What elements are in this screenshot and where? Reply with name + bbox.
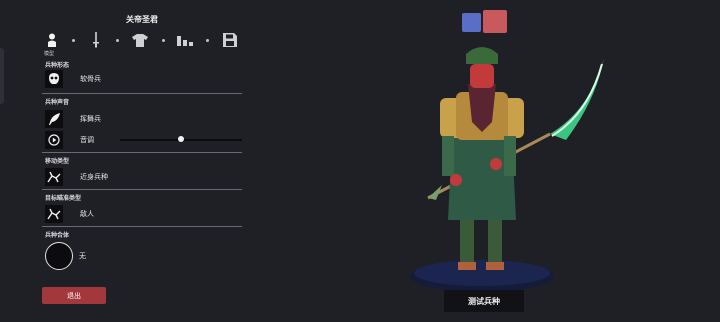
play-icon[interactable] [45, 131, 63, 149]
character-model [410, 47, 604, 292]
pitch-label: 音调 [80, 136, 94, 144]
targeting-heading: 目标瞄准类型 [45, 195, 82, 202]
person-icon [48, 33, 56, 47]
feather-icon [45, 110, 63, 128]
shirt-icon [132, 33, 148, 47]
unit-voice-value: 挥舞兵 [80, 115, 101, 123]
unit-voice-row[interactable]: 挥舞兵 [45, 110, 242, 128]
unit-base-heading: 兵种形态 [45, 62, 70, 69]
stats-icon [177, 36, 193, 46]
skull-mask-icon [45, 70, 63, 88]
pitch-row: 音调 [45, 131, 242, 149]
unit-name-title: 关帝圣君 [126, 15, 158, 24]
divider [42, 226, 242, 227]
empty-circle-icon[interactable] [45, 242, 73, 270]
tab-stats[interactable] [177, 31, 193, 49]
unit-voice-heading: 兵种声音 [45, 99, 70, 106]
tab-model-label: 模型 [44, 51, 55, 57]
divider [42, 152, 242, 153]
target-enemy-icon [45, 205, 63, 223]
melee-icon [45, 168, 63, 186]
fusion-value: 无 [79, 252, 86, 260]
unit-preview[interactable] [400, 40, 640, 310]
pitch-slider-handle[interactable] [178, 136, 184, 142]
movement-row[interactable]: 近身兵种 [45, 168, 242, 186]
team-red-swatch[interactable] [483, 10, 507, 33]
team-blue-swatch[interactable] [462, 13, 481, 32]
sword-icon [93, 32, 99, 48]
targeting-row[interactable]: 敌人 [45, 205, 242, 223]
divider [42, 189, 242, 190]
fusion-heading: 兵种合体 [45, 232, 70, 239]
side-panel-handle[interactable] [0, 48, 4, 104]
divider [42, 93, 242, 94]
exit-button[interactable]: 退出 [42, 287, 106, 304]
unit-base-row[interactable]: 软骨兵 [45, 70, 242, 88]
tab-save[interactable] [222, 31, 238, 49]
movement-value: 近身兵种 [80, 173, 108, 181]
save-icon [223, 33, 237, 47]
tab-clothing[interactable] [132, 31, 148, 49]
test-unit-button[interactable]: 测试兵种 [444, 290, 524, 312]
tab-weapon[interactable] [88, 31, 104, 49]
editor-tabs: 模型 [42, 31, 242, 57]
movement-heading: 移动类型 [45, 158, 70, 165]
tab-model[interactable] [44, 31, 60, 49]
unit-base-value: 软骨兵 [80, 75, 101, 83]
targeting-value: 敌人 [80, 210, 94, 218]
unit-editor-panel: 关帝圣君 模型 兵种形态 软骨兵 兵种声音 挥舞兵 音调 移动类型 近身兵种 目… [42, 0, 242, 322]
